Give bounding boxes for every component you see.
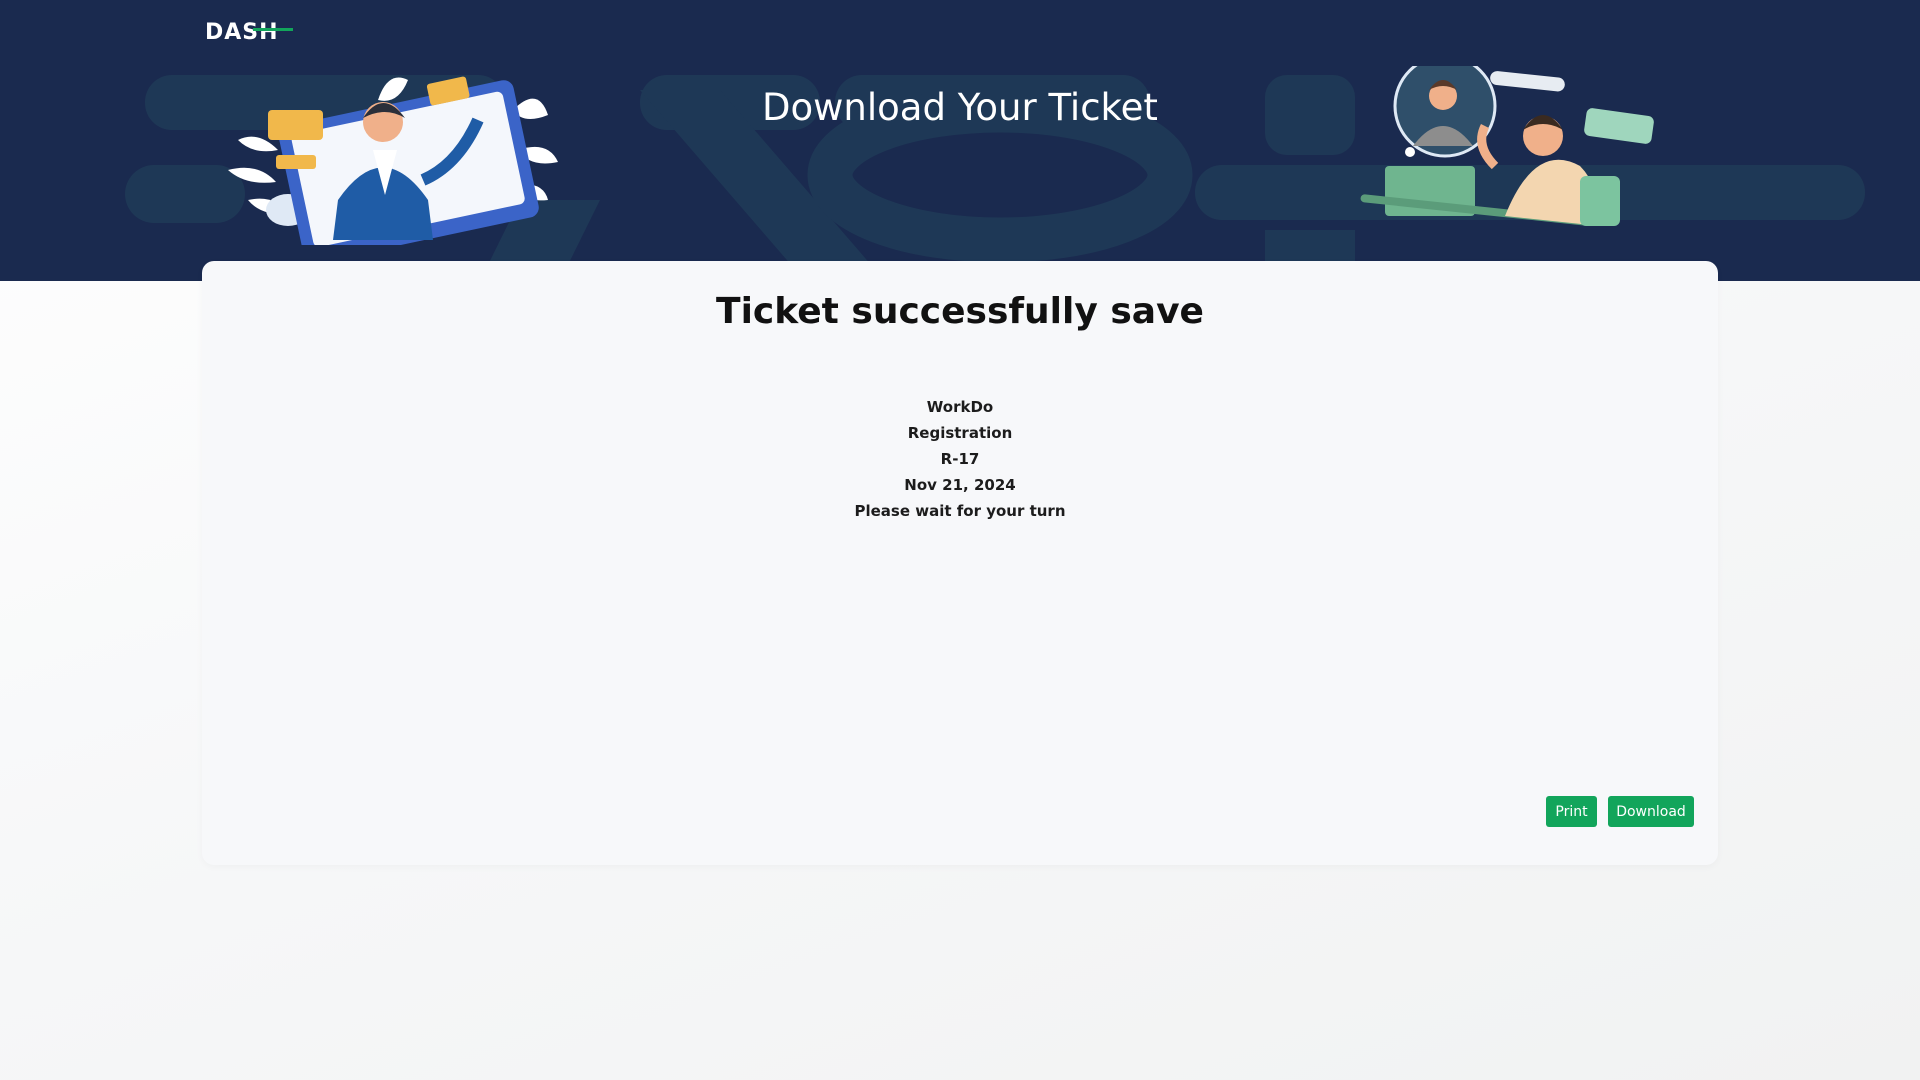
ticket-number: R-17 <box>940 450 980 468</box>
dash-logo-icon[interactable]: DASH <box>205 18 295 44</box>
download-button[interactable]: Download <box>1608 796 1694 827</box>
support-agent-illustration-icon <box>228 76 558 245</box>
logo-text: DASH <box>205 20 279 44</box>
ticket-details: WorkDo Registration R-17 Nov 21, 2024 Pl… <box>202 394 1718 524</box>
header-banner: DASH Download Your Ticket <box>0 0 1920 281</box>
ticket-wait-message: Please wait for your turn <box>854 502 1066 520</box>
ticket-company: WorkDo <box>926 398 994 416</box>
print-button[interactable]: Print <box>1546 796 1597 827</box>
page-title: Download Your Ticket <box>762 86 1158 129</box>
ticket-date: Nov 21, 2024 <box>904 476 1016 494</box>
customer-support-illustration-icon <box>1360 66 1654 226</box>
ticket-success-heading: Ticket successfully save <box>716 291 1204 332</box>
ticket-service: Registration <box>907 424 1013 442</box>
ticket-card: Ticket successfully save WorkDo Registra… <box>202 261 1718 865</box>
